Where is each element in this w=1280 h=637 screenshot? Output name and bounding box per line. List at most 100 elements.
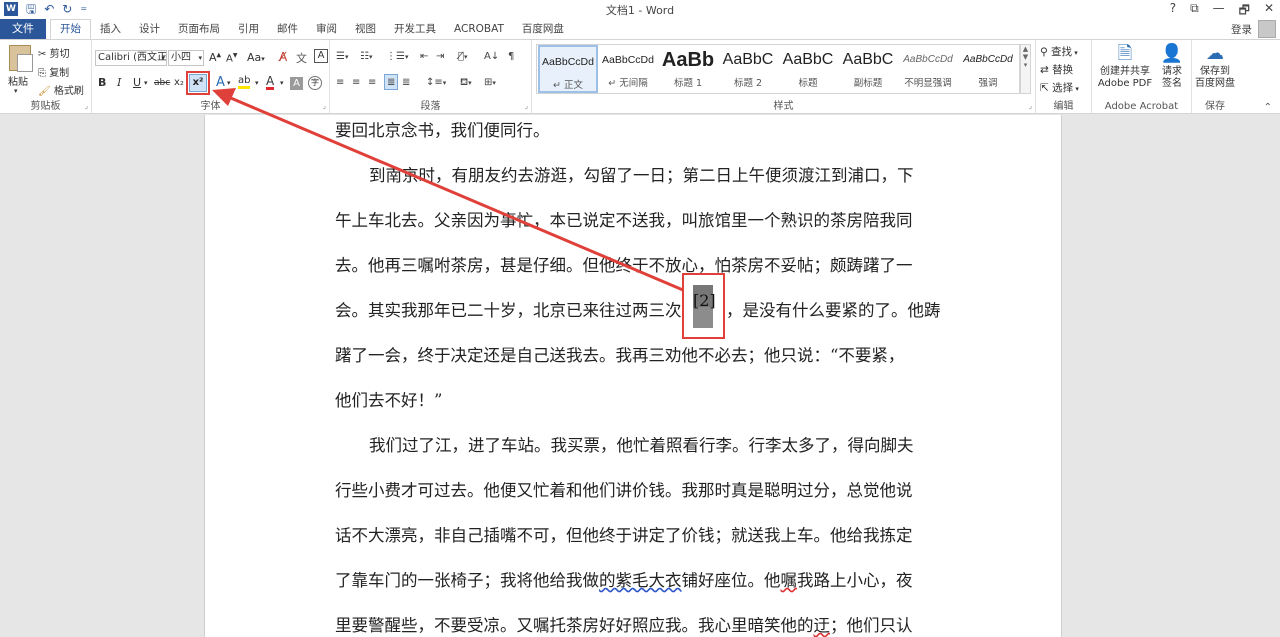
text-effects-button[interactable]: A	[216, 75, 225, 91]
tab-design[interactable]: 设计	[130, 19, 169, 39]
underline-dropdown-icon[interactable]: ▾	[144, 75, 148, 91]
spelling-flagged-text[interactable]: 迂	[814, 616, 831, 635]
shrink-font-button[interactable]: A▼	[226, 52, 237, 64]
text-effects-dropdown-icon[interactable]: ▾	[227, 75, 231, 91]
scroll-down-icon[interactable]: ▼	[1021, 53, 1030, 61]
enclose-characters-button[interactable]: 字	[308, 76, 322, 90]
sort-button[interactable]: A↓	[484, 49, 499, 65]
style-name: 不明显强调	[904, 78, 952, 89]
tab-insert[interactable]: 插入	[91, 19, 130, 39]
font-group: Calibri (西文正 ▾ 小四 ▾ A▲ A▼ Aa▾ A̸ 文 A B I U…	[92, 40, 330, 113]
request-signature-button[interactable]: 👤 请求 签名	[1156, 44, 1188, 90]
change-case-button[interactable]: Aa▾	[247, 51, 265, 64]
style-no-spacing[interactable]: AaBbCcDd ↵ 无间隔	[598, 45, 658, 93]
footnote-reference[interactable]: [2]	[693, 291, 716, 310]
style-name: ↵ 无间隔	[608, 78, 648, 89]
character-border-icon[interactable]: A	[314, 49, 328, 63]
multilevel-list-button[interactable]: ⋮☰▾	[386, 49, 408, 65]
paste-dropdown-icon[interactable]: ▾	[14, 87, 18, 95]
style-heading-2[interactable]: AaBbC 标题 2	[718, 45, 778, 93]
bullets-button[interactable]: ☰▾	[336, 49, 348, 65]
font-name-select[interactable]: Calibri (西文正 ▾	[95, 50, 167, 66]
collapse-ribbon-icon[interactable]: ⌃	[1264, 102, 1272, 113]
styles-gallery-scroll[interactable]: ▲ ▼ ▾	[1020, 44, 1031, 94]
style-heading-1[interactable]: AaBb 标题 1	[658, 45, 718, 93]
style-title[interactable]: AaBbC 标题	[778, 45, 838, 93]
justify-button[interactable]: ≣	[384, 74, 399, 90]
grow-font-label: A	[209, 51, 217, 64]
tab-references[interactable]: 引用	[229, 19, 268, 39]
font-size-select[interactable]: 小四 ▾	[168, 50, 204, 66]
tab-review[interactable]: 审阅	[307, 19, 346, 39]
paintbrush-icon: 🖌	[38, 86, 51, 97]
find-button[interactable]: ⚲ 查找 ▾	[1040, 44, 1078, 59]
tab-baidu-netdisk[interactable]: 百度网盘	[513, 19, 573, 39]
highlight-dropdown-icon[interactable]: ▾	[255, 75, 259, 91]
tab-mailings[interactable]: 邮件	[268, 19, 307, 39]
pdf-icon: 🗎	[1117, 43, 1133, 64]
paragraph-line: 了靠车门的一张椅子；我将他给我做的紫毛大衣铺好座位。他嘱我路上小心，夜	[335, 567, 913, 591]
replace-button[interactable]: ⇄ 替换	[1040, 62, 1073, 77]
borders-button[interactable]: ⊞▾	[484, 75, 496, 91]
ribbon-tabs-row: 文件 开始 插入 设计 页面布局 引用 邮件 审阅 视图 开发工具 ACROBA…	[0, 19, 1280, 39]
scroll-up-icon[interactable]: ▲	[1021, 45, 1030, 53]
style-sample: AaBbCcDd	[602, 54, 654, 66]
superscript-button[interactable]: x²	[189, 74, 207, 92]
document-area[interactable]: 要回北京念书，我们便同行。 到南京时，有朋友约去游逛，勾留了一日；第二日上午便须…	[0, 115, 1280, 637]
paste-icon[interactable]	[9, 45, 33, 72]
distributed-button[interactable]: ≣	[402, 75, 410, 91]
copy-button[interactable]: ⎘ 复制	[38, 64, 69, 79]
strikethrough-button[interactable]: abc	[154, 75, 170, 91]
numbered-list-icon: ☷	[360, 51, 369, 62]
tab-home[interactable]: 开始	[50, 19, 91, 39]
style-emphasis[interactable]: AaBbCcDd 强调	[958, 45, 1018, 93]
highlight-color-button[interactable]: ab	[238, 75, 251, 89]
underline-button[interactable]: U	[133, 75, 141, 91]
paragraph-launcher-icon[interactable]: ⌟	[525, 102, 528, 110]
document-page[interactable]: 要回北京念书，我们便同行。 到南京时，有朋友约去游逛，勾留了一日；第二日上午便须…	[204, 115, 1062, 637]
cut-button[interactable]: ✂ 剪切	[38, 45, 70, 60]
styles-launcher-icon[interactable]: ⌟	[1029, 102, 1032, 110]
style-subtitle[interactable]: AaBbC 副标题	[838, 45, 898, 93]
align-right-button[interactable]: ≡	[368, 75, 376, 91]
shading-button[interactable]: ⛾▾	[460, 75, 472, 91]
save-to-baidu-button[interactable]: ☁ 保存到 百度网盘	[1192, 44, 1238, 90]
show-hide-marks-button[interactable]: ¶	[508, 49, 514, 65]
decrease-indent-button[interactable]: ⇤	[420, 49, 428, 65]
style-sample: AaBbC	[842, 51, 894, 68]
clipboard-launcher-icon[interactable]: ⌟	[85, 102, 88, 110]
italic-button[interactable]: I	[117, 75, 121, 91]
tab-acrobat[interactable]: ACROBAT	[445, 19, 513, 39]
numbering-button[interactable]: ☷▾	[360, 49, 372, 65]
more-styles-icon[interactable]: ▾	[1021, 61, 1030, 69]
create-pdf-button[interactable]: 🗎 创建并共享 Adobe PDF	[1096, 44, 1154, 90]
spelling-flagged-text[interactable]: 嘱	[781, 571, 798, 590]
sign-in-link[interactable]: 登录	[1231, 22, 1252, 37]
font-color-button[interactable]: A	[266, 75, 275, 90]
select-button[interactable]: ⇱ 选择 ▾	[1040, 80, 1079, 95]
tab-page-layout[interactable]: 页面布局	[169, 19, 229, 39]
grammar-flagged-text[interactable]: 的紫毛大衣	[599, 571, 682, 590]
phonetic-guide-icon[interactable]: 文	[296, 50, 307, 66]
format-painter-button[interactable]: 🖌 格式刷	[38, 82, 84, 97]
subscript-button[interactable]: x₂	[174, 75, 184, 91]
style-normal[interactable]: AaBbCcDd ↵ 正文	[538, 45, 598, 93]
align-left-button[interactable]: ≡	[336, 75, 344, 91]
line-spacing-button[interactable]: ↕≡▾	[426, 75, 446, 91]
increase-indent-button[interactable]: ⇥	[436, 49, 444, 65]
font-color-dropdown-icon[interactable]: ▾	[280, 75, 284, 91]
paste-button[interactable]: 粘贴	[8, 73, 28, 88]
signature-icon: 👤	[1160, 43, 1184, 64]
clear-formatting-icon[interactable]: A̸	[279, 50, 287, 64]
chinese-layout-button[interactable]: 文̸▾	[458, 49, 468, 65]
center-button[interactable]: ≡	[352, 75, 360, 91]
font-launcher-icon[interactable]: ⌟	[323, 102, 326, 110]
avatar[interactable]	[1258, 20, 1276, 38]
tab-developer[interactable]: 开发工具	[385, 19, 445, 39]
tab-view[interactable]: 视图	[346, 19, 385, 39]
tab-file[interactable]: 文件	[0, 19, 46, 39]
bold-button[interactable]: B	[98, 75, 106, 91]
character-shading-button[interactable]: A	[290, 77, 303, 90]
grow-font-button[interactable]: A▲	[209, 51, 221, 64]
style-subtle-emphasis[interactable]: AaBbCcDd 不明显强调	[898, 45, 958, 93]
